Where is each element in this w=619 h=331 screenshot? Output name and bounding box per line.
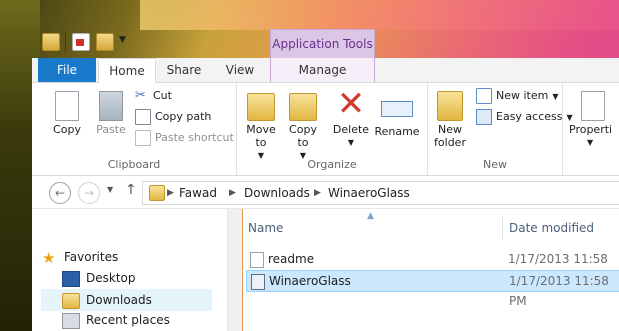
new-item-chevron-icon: ▼ [552,92,559,101]
file-list: ▲ Name Date modified readme 1/17/2013 11… [243,209,619,331]
tab-share[interactable]: Share [156,58,212,82]
move-to-folder-icon [247,93,275,121]
clipboard-group-label: Clipboard [107,158,161,171]
new-folder-icon[interactable] [96,33,114,51]
copy-to-folder-icon [289,93,317,121]
ribbon: Copy Paste ✂ Cut Copy path Paste shortcut… [32,83,619,176]
tab-file[interactable]: File [38,58,96,82]
tab-view[interactable]: View [212,58,268,82]
column-header-date-modified[interactable]: Date modified [509,215,594,241]
text-file-icon [250,252,264,268]
breadcrumb-downloads[interactable]: Downloads [244,182,310,204]
breadcrumb-fawad[interactable]: Fawad [179,182,217,204]
easy-access-icon [476,109,492,125]
scissors-icon: ✂ [135,88,146,103]
paste-shortcut-icon [135,130,151,146]
breadcrumb-winaeroglass[interactable]: WinaeroGlass [328,182,410,204]
back-arrow-icon[interactable]: ← [49,182,71,204]
explorer-window: ▼ Application Tools File Home Share View… [32,27,619,331]
new-group: New folder New item ▼ Easy access ▼ New [428,83,573,175]
tree-desktop[interactable]: Desktop [42,268,217,288]
recent-locations-chevron-icon[interactable]: ▼ [107,185,113,194]
breadcrumb-separator-icon[interactable]: ▶ [167,182,174,204]
properties-big-icon [581,91,605,121]
desktop-icon [62,270,80,287]
up-arrow-icon[interactable]: ↑ [125,182,137,198]
breadcrumb-separator-icon[interactable]: ▶ [314,182,321,204]
easy-access-button[interactable]: Easy access ▼ [476,108,573,126]
application-icon [251,274,265,290]
context-tab-header: Application Tools [270,29,375,59]
address-bar[interactable]: ▶ Fawad ▶ Downloads ▶ WinaeroGlass [142,181,619,205]
file-row-winaeroglass[interactable]: WinaeroGlass 1/17/2013 11:58 PM [246,270,619,308]
sort-ascending-icon: ▲ [367,211,374,221]
properties-button[interactable]: Properti ▼ [569,87,619,149]
new-item-icon [476,88,492,104]
recent-places-icon [62,312,80,329]
column-separator[interactable] [502,217,503,239]
ribbon-tab-strip: File Home Share View Manage [32,58,619,84]
tree-downloads[interactable]: Downloads [41,289,212,311]
star-icon: ★ [42,248,56,267]
file-row-readme[interactable]: readme 1/17/2013 11:58 PM [246,249,619,286]
column-header-name[interactable]: Name [248,215,283,241]
cut-button[interactable]: ✂ Cut [135,87,172,105]
copy-icon [55,91,79,121]
properties-chevron-icon: ▼ [587,138,594,147]
qat-separator [65,33,66,51]
tab-manage[interactable]: Manage [270,58,375,82]
open-group: Properti ▼ [563,83,619,175]
folder-icon[interactable] [42,33,60,51]
delete-chevron-icon: ▼ [347,138,355,147]
clipboard-group: Copy Paste ✂ Cut Copy path Paste shortcut… [32,83,237,175]
address-folder-icon [149,185,165,201]
paste-icon [99,91,123,121]
copy-path-button[interactable]: Copy path [135,108,211,126]
rename-button[interactable]: Rename [373,87,421,138]
desktop-wallpaper-top [140,0,619,30]
delete-x-icon: ✕ [336,84,366,124]
tab-home[interactable]: Home [98,58,156,84]
new-item-button[interactable]: New item ▼ [476,87,559,105]
rename-icon [381,101,413,117]
new-group-label: New [483,158,507,171]
title-bar: ▼ Application Tools [32,27,619,59]
new-folder-button[interactable]: New folder [430,87,470,149]
navigation-bar: ← → ▼ ↑ ▶ Fawad ▶ Downloads ▶ WinaeroGla… [32,176,619,209]
downloads-folder-icon [62,292,80,309]
delete-button[interactable]: ✕ Delete ▼ [331,87,371,149]
copy-path-icon [135,109,151,125]
new-folder-big-icon [437,91,463,121]
tree-recent-places[interactable]: Recent places [42,310,217,330]
organize-group-label: Organize [307,158,357,171]
properties-icon[interactable] [72,33,90,51]
copy-to-button[interactable]: Copy to ▼ [285,87,321,162]
move-to-button[interactable]: Move to ▼ [241,87,281,162]
customize-toolbar-chevron-icon[interactable]: ▼ [119,35,126,45]
breadcrumb-separator-icon[interactable]: ▶ [229,182,236,204]
paste-button[interactable]: Paste [90,87,132,136]
copy-button[interactable]: Copy [44,87,90,136]
forward-arrow-icon[interactable]: → [78,182,100,204]
navigation-scrollbar[interactable] [228,209,242,331]
navigation-pane: ★ Favorites Desktop Downloads Recent plac… [32,209,228,331]
organize-group: Move to ▼ Copy to ▼ ✕ Delete ▼ Rename Or… [237,83,428,175]
paste-shortcut-button[interactable]: Paste shortcut [135,129,234,147]
tree-favorites[interactable]: ★ Favorites [42,247,217,267]
